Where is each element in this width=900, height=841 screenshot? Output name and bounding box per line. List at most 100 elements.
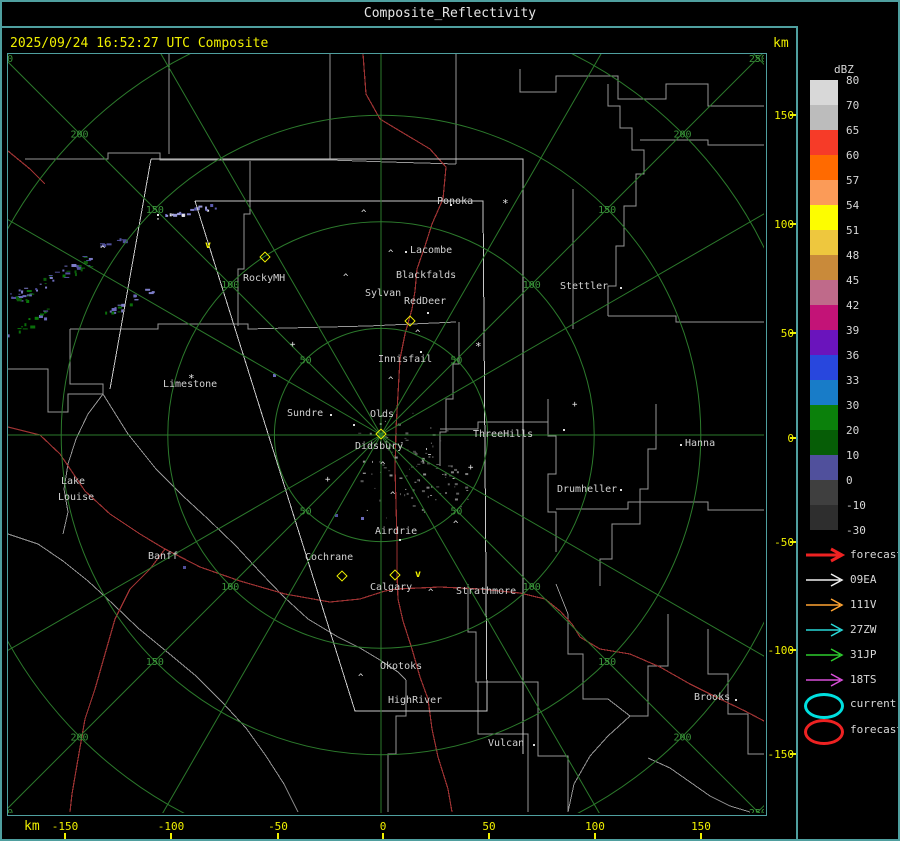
dbz-swatch-45 bbox=[810, 280, 838, 305]
dbz-swatch-80 bbox=[810, 80, 838, 105]
station-plus-marker: + bbox=[468, 464, 473, 473]
city-label-cochrane: Cochrane bbox=[305, 553, 353, 563]
city-label-rockymh: RockyMH bbox=[243, 274, 285, 284]
station-plus-marker: + bbox=[572, 401, 577, 410]
station-asterisk-marker: * bbox=[475, 342, 482, 351]
town-caret-marker: ^ bbox=[390, 492, 395, 501]
radar-map[interactable]: 5010015020025050100150200250501001502002… bbox=[7, 53, 767, 816]
current-ellipse-icon bbox=[804, 693, 844, 719]
track-arrow-icon-forecast bbox=[804, 547, 846, 563]
town-caret-marker: ^ bbox=[361, 210, 366, 219]
dbz-scale-label: 48 bbox=[846, 250, 859, 261]
city-label-lake: Lake bbox=[61, 477, 85, 487]
bottom-axis-tick-label: 100 bbox=[571, 820, 619, 833]
dbz-scale-label: 33 bbox=[846, 375, 859, 386]
dbz-swatch-10 bbox=[810, 455, 838, 480]
town-dot-marker bbox=[353, 424, 355, 426]
town-dot-marker bbox=[680, 444, 682, 446]
dbz-swatch--10 bbox=[810, 505, 838, 530]
track-arrow-icon-111V bbox=[804, 597, 846, 613]
bottom-axis-tick bbox=[277, 833, 279, 840]
city-label-calgary: Calgary bbox=[370, 583, 412, 593]
bottom-axis-tick-label: -100 bbox=[147, 820, 195, 833]
bottom-axis-tick bbox=[488, 833, 490, 840]
city-label-innisfail: Innisfail bbox=[378, 355, 432, 365]
dbz-swatch-39 bbox=[810, 330, 838, 355]
town-caret-marker: ^ bbox=[358, 674, 363, 683]
storm-vector-arrow-marker: v bbox=[415, 570, 421, 580]
bottom-axis-tick bbox=[170, 833, 172, 840]
radar-map-inner: 5010015020025050100150200250501001502002… bbox=[8, 54, 764, 813]
bottom-axis-tick-label: 0 bbox=[359, 820, 407, 833]
track-arrow-icon-31JP bbox=[804, 647, 846, 663]
right-axis-tick bbox=[790, 437, 796, 439]
track-label-09EA: 09EA bbox=[850, 574, 877, 585]
city-label-banff: Banff bbox=[148, 552, 178, 562]
dbz-swatch-30 bbox=[810, 405, 838, 430]
dbz-swatch-51 bbox=[810, 230, 838, 255]
city-label-ponoka: Ponoka bbox=[437, 197, 473, 207]
dbz-scale-label: 80 bbox=[846, 75, 859, 86]
dbz-scale-label: 42 bbox=[846, 300, 859, 311]
town-caret-marker: ^ bbox=[388, 377, 393, 386]
dbz-swatch-42 bbox=[810, 305, 838, 330]
dbz-scale-label: 65 bbox=[846, 125, 859, 136]
dbz-scale-label: -30 bbox=[846, 525, 866, 536]
dbz-swatch-33 bbox=[810, 380, 838, 405]
track-label-forecast: forecast bbox=[850, 549, 900, 560]
title-bar: Composite_Reflectivity bbox=[2, 2, 898, 28]
right-axis-tick bbox=[790, 753, 796, 755]
city-label-okotoks: Okotoks bbox=[380, 662, 422, 672]
radar-site-diamond-marker bbox=[389, 569, 400, 580]
dbz-swatch-36 bbox=[810, 355, 838, 380]
dbz-scale-label: 30 bbox=[846, 400, 859, 411]
city-label-reddeer: RedDeer bbox=[404, 297, 446, 307]
radar-site-diamond-marker bbox=[336, 570, 347, 581]
town-dot-marker bbox=[735, 699, 737, 701]
town-dot-marker bbox=[420, 351, 422, 353]
dbz-scale-label: 60 bbox=[846, 150, 859, 161]
dbz-scale-label: 57 bbox=[846, 175, 859, 186]
city-label-olds: Olds bbox=[370, 410, 394, 420]
dbz-swatch-70 bbox=[810, 105, 838, 130]
radar-site-diamond-marker bbox=[404, 315, 415, 326]
town-caret-marker: ^ bbox=[388, 250, 393, 259]
track-label-18TS: 18TS bbox=[850, 674, 877, 685]
dbz-scale-label: 39 bbox=[846, 325, 859, 336]
radar-app-window: Composite_Reflectivity 2025/09/24 16:52:… bbox=[0, 0, 900, 841]
dbz-swatch-65 bbox=[810, 130, 838, 155]
bottom-axis-unit: km bbox=[24, 819, 40, 834]
radar-site-diamond-marker bbox=[375, 428, 386, 439]
city-label-highriver: HighRiver bbox=[388, 696, 442, 706]
right-axis-unit: km bbox=[773, 36, 789, 51]
window-title: Composite_Reflectivity bbox=[364, 6, 536, 21]
dbz-scale-label: 51 bbox=[846, 225, 859, 236]
city-label-didsbury: Didsbury bbox=[355, 442, 403, 452]
right-axis-tick bbox=[790, 332, 796, 334]
storm-vector-arrow-marker: v bbox=[205, 241, 211, 251]
city-label-sylvan: Sylvan bbox=[365, 289, 401, 299]
town-caret-marker: ^ bbox=[428, 589, 433, 598]
ellipse-label-current: current bbox=[850, 698, 896, 709]
dbz-scale-label: -10 bbox=[846, 500, 866, 511]
city-label-blackfalds: Blackfalds bbox=[396, 271, 456, 281]
town-caret-marker: ^ bbox=[415, 330, 420, 339]
right-axis-tick bbox=[790, 649, 796, 651]
dbz-scale-label: 20 bbox=[846, 425, 859, 436]
town-caret-marker: ^ bbox=[343, 274, 348, 283]
city-label-brooks: Brooks bbox=[694, 693, 730, 703]
right-axis-tick bbox=[790, 541, 796, 543]
dbz-scale-label: 54 bbox=[846, 200, 859, 211]
right-axis-tick bbox=[790, 114, 796, 116]
bottom-axis-tick-label: 50 bbox=[465, 820, 513, 833]
dbz-swatch-20 bbox=[810, 430, 838, 455]
bottom-axis-tick-label: 150 bbox=[677, 820, 725, 833]
town-dot-marker bbox=[563, 429, 565, 431]
city-label-airdrie: Airdrie bbox=[375, 527, 417, 537]
dbz-scale-label: 10 bbox=[846, 450, 859, 461]
track-label-31JP: 31JP bbox=[850, 649, 877, 660]
city-label-louise: Louise bbox=[58, 493, 94, 503]
town-dot-marker bbox=[620, 489, 622, 491]
dbz-scale-label: 70 bbox=[846, 100, 859, 111]
bottom-axis-tick bbox=[64, 833, 66, 840]
